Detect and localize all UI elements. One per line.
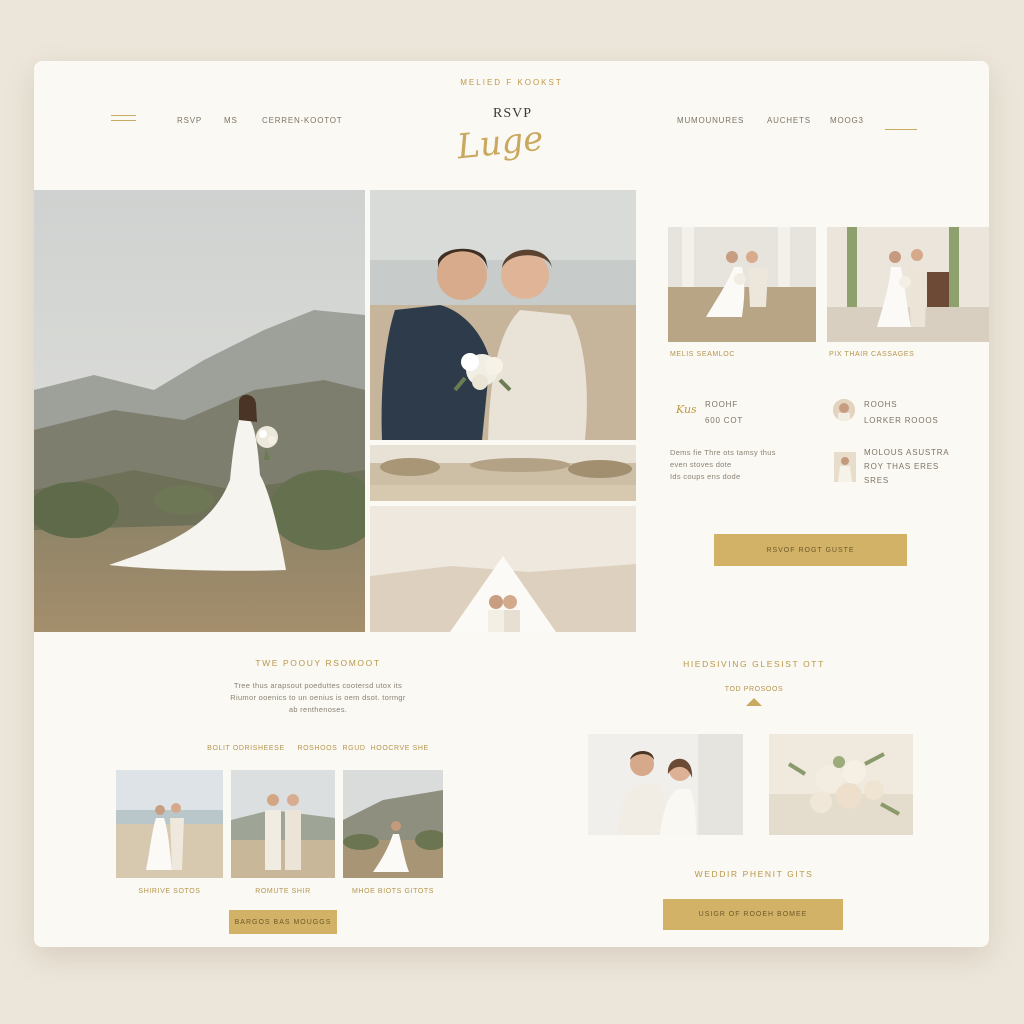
logo-script[interactable]: Luge — [455, 119, 545, 168]
nav-item-ms[interactable]: MS — [224, 116, 238, 125]
nav-item-accommodations[interactable]: MUMOUNURES — [677, 116, 744, 125]
registry-subheading: TOD PROSOOS — [724, 686, 784, 693]
nav-item-auchets[interactable]: AUCHETS — [767, 116, 811, 125]
story-photo-beach — [116, 770, 223, 878]
story-heading: TWE POOUY RSOMOOT — [255, 658, 381, 668]
nav-item-rsvp[interactable]: RSVP — [177, 116, 202, 125]
menu-icon[interactable] — [111, 115, 136, 121]
info-side2-line1: MOLOUS ASUSTRA — [864, 448, 950, 457]
story-body-line: Tree thus arapsout poeduttes cootersd ut… — [233, 681, 403, 690]
site-tagline: MELIED F KOOKST — [460, 78, 563, 87]
rsvp-button[interactable]: RSVOF ROGT GUSTE — [714, 534, 907, 566]
story-photo-caption: SHIRIVE SOTOS — [138, 888, 201, 895]
info-side2-line2: ROY THAS ERES — [864, 462, 940, 471]
story-photo-caption: ROMUTE SHIR — [255, 888, 311, 895]
header-accent-line — [885, 129, 917, 130]
gallery-caption-left: MELIS SEAMLOC — [670, 351, 735, 358]
info-script-word: Kus — [676, 403, 697, 416]
registry-photo-couple — [588, 734, 743, 835]
info-description: Dems fie Thre ots tamsy thus even stoves… — [670, 447, 776, 483]
caret-up-icon[interactable] — [746, 698, 762, 706]
info-label-line1: ROOHF — [705, 400, 738, 409]
story-body-line: Riumor ooenics to un oenius is oem dsot.… — [230, 693, 406, 702]
registry-photo-bouquet — [769, 734, 913, 835]
info-desc-line: Dems fie Thre ots tamsy thus — [670, 448, 776, 457]
registry-heading: HIEDSIVING GLESIST OTT — [683, 659, 825, 669]
story-button[interactable]: BARGOS BAS MOUGGS — [229, 910, 337, 934]
info-side2-line3: SRES — [864, 476, 889, 485]
veil-couple-photo — [370, 506, 636, 632]
story-photo-hills — [343, 770, 443, 878]
info-desc-line: even stoves dote — [670, 460, 732, 469]
info-thumbnail — [834, 452, 856, 482]
grooms-photo — [370, 190, 636, 440]
story-body: Tree thus arapsout poeduttes cootersd ut… — [154, 680, 482, 716]
nav-item-moog[interactable]: MOOG3 — [830, 116, 864, 125]
info-side1-line2: LORKER ROOOS — [864, 416, 939, 425]
hero-bride-photo — [34, 190, 365, 632]
info-desc-line: Ids coups ens dode — [670, 472, 741, 481]
info-side1-line1: ROOHS — [864, 400, 898, 409]
gallery-caption-right: PIX THAIR CASSAGES — [829, 351, 915, 358]
gallery-photo-pavilion — [668, 227, 816, 342]
story-links[interactable]: BOLIT ODRISHEESE ROSHOOS RGUD HOOCRVE SH… — [34, 745, 602, 752]
info-label-line2: 600 COT — [705, 416, 744, 425]
story-photo-grooms — [231, 770, 335, 878]
gallery-photo-arch — [827, 227, 989, 342]
story-photo-caption: MHOE BIOTS GITOTS — [351, 888, 435, 895]
registry-button[interactable]: USIGR OF ROOEH BOMEE — [663, 899, 843, 930]
page-card: MELIED F KOOKST RSVP MS CERREN-KOOTOT RS… — [34, 61, 989, 947]
avatar — [833, 399, 855, 421]
gifts-heading: WEDDIR PHENIT GITS — [694, 869, 814, 879]
field-strip-photo — [370, 445, 636, 501]
story-body-line: ab renthenoses. — [288, 705, 348, 714]
nav-item-ceremony[interactable]: CERREN-KOOTOT — [262, 116, 342, 125]
